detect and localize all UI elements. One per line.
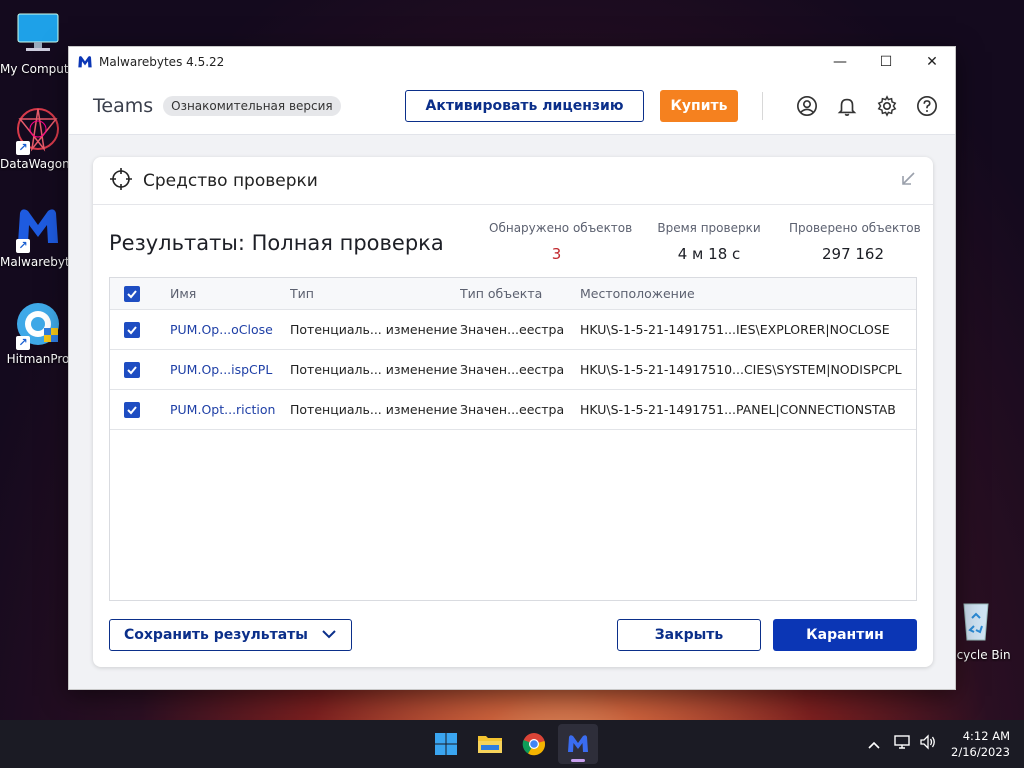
buy-button[interactable]: Купить [660,89,738,122]
crosshair-icon [109,167,133,195]
detection-name-link[interactable]: PUM.Opt...riction [154,402,290,417]
header-divider [762,91,763,120]
app-header: Teams Ознакомительная версия Активироват… [69,77,955,135]
shortcut-arrow-icon: ↗ [16,239,30,253]
stat-detected: Обнаружено объектов 3 [489,221,633,263]
select-all-checkbox[interactable] [124,285,140,302]
stat-label: Проверено объектов [789,221,921,235]
close-button[interactable]: Закрыть [617,619,761,651]
malwarebytes-logo-icon [77,54,93,70]
stat-value: 3 [551,245,562,263]
results-table: Имя Тип Тип объекта Местоположение PUM.O… [109,277,917,601]
file-explorer-icon[interactable] [470,724,510,764]
stat-value: 297 162 [821,245,885,263]
maximize-button[interactable]: ☐ [863,47,909,77]
desktop-icon-label: My Computer [0,62,76,76]
collapse-icon[interactable] [899,170,917,192]
chevron-down-icon [321,627,337,643]
column-header-location[interactable]: Местоположение [580,286,916,301]
hitmanpro-icon: ↗ [14,300,62,350]
results-summary: Результаты: Полная проверка Обнаружено о… [109,217,921,277]
detection-location: HKU\S-1-5-21-1491751...IES\EXPLORER|NOCL… [580,322,890,337]
account-icon[interactable] [795,94,819,118]
system-tray: 4:12 AM 2/16/2023 [867,720,1010,768]
monitor-icon [14,10,62,58]
detection-location: HKU\S-1-5-21-1491751...PANEL|CONNECTIONS… [580,402,896,417]
row-checkbox[interactable] [124,321,140,338]
detection-location: HKU\S-1-5-21-14917510...CIES\SYSTEM|NODI… [580,362,902,377]
detection-object-type: Значен...еестра [460,362,565,377]
clock[interactable]: 4:12 AM 2/16/2023 [951,728,1010,760]
save-results-button[interactable]: Сохранить результаты [109,619,352,651]
taskbar: 4:12 AM 2/16/2023 [0,720,1024,768]
network-icon[interactable] [893,734,911,754]
title-bar[interactable]: Malwarebytes 4.5.22 — ☐ ✕ [69,47,955,77]
volume-icon[interactable] [919,734,937,754]
table-row[interactable]: PUM.Op...ispCPL Потенциаль... изменение … [110,350,916,390]
minimize-button[interactable]: — [817,47,863,77]
table-row[interactable]: PUM.Opt...riction Потенциаль... изменени… [110,390,916,430]
edition-badge: Ознакомительная версия [163,95,341,116]
gear-icon[interactable] [875,94,899,118]
malwarebytes-icon[interactable] [558,724,598,764]
malwarebytes-icon: ↗ [14,203,62,253]
scanner-panel: Средство проверки Результаты: Полная про… [93,157,933,667]
chrome-icon[interactable] [514,724,554,764]
desktop-icon-malwarebytes[interactable]: ↗ Malwarebytes [0,203,76,269]
column-header-object-type[interactable]: Тип объекта [460,286,580,301]
malwarebytes-window: Malwarebytes 4.5.22 — ☐ ✕ Teams Ознакоми… [68,46,956,690]
clock-time: 4:12 AM [962,729,1010,743]
detection-type: Потенциаль... изменение [290,402,458,417]
detection-type: Потенциаль... изменение [290,322,458,337]
quarantine-button[interactable]: Карантин [773,619,917,651]
detection-name-link[interactable]: PUM.Op...oClose [154,322,290,337]
detection-type: Потенциаль... изменение [290,362,458,377]
chevron-up-icon[interactable] [867,735,881,754]
clock-date: 2/16/2023 [951,745,1010,759]
datawagon-icon: ↗ [14,105,62,155]
column-header-name[interactable]: Имя [154,286,290,301]
panel-title: Средство проверки [143,170,318,191]
column-header-type[interactable]: Тип [290,286,460,301]
stat-label: Обнаружено объектов [489,221,633,235]
close-window-button[interactable]: ✕ [909,47,955,77]
desktop-icon-datawagon[interactable]: ↗ DataWagon... [0,105,76,171]
product-name: Teams [93,94,154,117]
start-icon[interactable] [426,724,466,764]
row-checkbox[interactable] [124,361,140,378]
table-row[interactable]: PUM.Op...oClose Потенциаль... изменение … [110,310,916,350]
panel-header: Средство проверки [93,157,933,205]
stat-label: Время проверки [657,221,761,235]
detection-name-link[interactable]: PUM.Op...ispCPL [154,362,290,377]
detection-object-type: Значен...еестра [460,322,565,337]
desktop-icon-label: DataWagon... [0,157,76,171]
detection-object-type: Значен...еестра [460,402,565,417]
save-results-label: Сохранить результаты [124,627,308,643]
stat-scan-time: Время проверки 4 м 18 с [654,221,764,263]
shortcut-arrow-icon: ↗ [16,336,30,350]
desktop-icon-my-computer[interactable]: My Computer [0,10,76,76]
stat-value: 4 м 18 с [677,245,741,263]
desktop-icon-label: Malwarebytes [0,255,76,269]
desktop-icon-label: HitmanPro [6,352,70,366]
desktop-icon-hitmanpro[interactable]: ↗ HitmanPro [0,300,76,366]
bell-icon[interactable] [835,94,859,118]
row-checkbox[interactable] [124,401,140,418]
stat-scanned: Проверено объектов 297 162 [789,221,921,263]
activate-license-button[interactable]: Активировать лицензию [405,89,644,122]
window-title: Malwarebytes 4.5.22 [99,55,225,69]
results-title: Результаты: Полная проверка [109,231,444,255]
table-header-row: Имя Тип Тип объекта Местоположение [110,278,916,310]
recycle-bin-icon [952,596,1000,644]
help-icon[interactable] [915,94,939,118]
shortcut-arrow-icon: ↗ [16,141,30,155]
